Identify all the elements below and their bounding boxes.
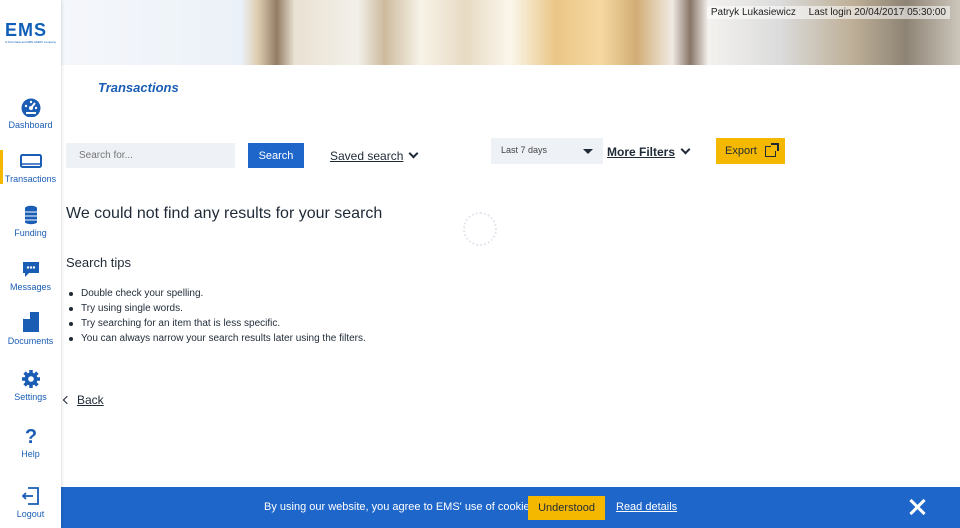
close-icon[interactable] <box>907 497 927 517</box>
logout-icon <box>21 487 39 505</box>
sidebar-item-label: Messages <box>9 282 52 292</box>
export-button[interactable]: Export <box>716 138 785 164</box>
dashboard-gauge-icon <box>21 98 40 117</box>
list-item: Try searching for an item that is less s… <box>66 316 366 331</box>
search-button[interactable]: Search <box>248 143 304 168</box>
saved-search-dropdown[interactable]: Saved search <box>330 148 419 163</box>
page-title: Transactions <box>98 80 179 95</box>
sidebar-item-help[interactable]: ? Help <box>0 426 61 459</box>
back-link[interactable]: Back <box>62 393 104 407</box>
sidebar-item-funding[interactable]: Funding <box>0 205 61 238</box>
user-name[interactable]: Patryk Lukasiewicz <box>711 7 796 18</box>
gear-icon <box>21 370 40 388</box>
sidebar-item-documents[interactable]: Documents <box>0 311 61 346</box>
sidebar-item-label: Documents <box>7 336 54 346</box>
list-item: Double check your spelling. <box>66 286 366 301</box>
cookie-message: By using our website, you agree to EMS' … <box>264 501 539 513</box>
list-item: You can always narrow your search result… <box>66 331 366 346</box>
chevron-down-icon <box>680 144 691 155</box>
loading-spinner-icon <box>463 212 497 246</box>
sidebar-item-label: Settings <box>14 392 47 402</box>
question-icon: ? <box>24 426 36 446</box>
chat-bubble-icon <box>22 262 39 277</box>
search-input[interactable] <box>66 143 235 168</box>
sidebar: EMS A First Data and ABN AMRO company Da… <box>0 0 61 528</box>
logo-text: EMS <box>5 20 48 40</box>
sidebar-item-label: Dashboard <box>8 120 53 130</box>
chevron-down-icon <box>408 148 419 159</box>
sidebar-item-label: Funding <box>14 228 47 238</box>
back-label: Back <box>77 393 104 407</box>
saved-search-label: Saved search <box>330 149 404 163</box>
caret-down-icon <box>583 149 593 154</box>
sidebar-item-label: Transactions <box>4 174 57 184</box>
list-item: Try using single words. <box>66 301 366 316</box>
card-icon <box>19 154 42 168</box>
export-label: Export <box>725 145 757 157</box>
chevron-left-icon <box>62 395 72 405</box>
sidebar-item-messages[interactable]: Messages <box>0 259 61 292</box>
header-banner: Patryk Lukasiewicz Last login 20/04/2017… <box>61 0 960 65</box>
understood-button[interactable]: Understood <box>528 496 605 520</box>
document-icon <box>22 312 39 332</box>
cookie-banner: By using our website, you agree to EMS' … <box>61 487 960 528</box>
ems-logo[interactable]: EMS A First Data and ABN AMRO company <box>5 20 57 50</box>
sidebar-item-label: Logout <box>16 509 45 519</box>
logo-subtitle: A First Data and ABN AMRO company <box>5 40 57 44</box>
no-results-heading: We could not find any results for your s… <box>66 205 383 222</box>
date-range-value: Last 7 days <box>501 145 548 155</box>
sidebar-item-dashboard[interactable]: Dashboard <box>0 97 61 130</box>
search-tips-heading: Search tips <box>66 255 132 270</box>
external-link-icon <box>765 143 779 157</box>
sidebar-item-label: Help <box>21 449 40 459</box>
date-range-select[interactable]: Last 7 days <box>491 138 603 164</box>
user-info: Patryk Lukasiewicz Last login 20/04/2017… <box>706 6 950 19</box>
read-details-link[interactable]: Read details <box>616 501 677 513</box>
last-login: Last login 20/04/2017 05:30:00 <box>808 7 946 18</box>
more-filters-dropdown[interactable]: More Filters <box>607 144 691 159</box>
sidebar-item-settings[interactable]: Settings <box>0 369 61 402</box>
search-tips-list: Double check your spelling. Try using si… <box>66 286 366 346</box>
sidebar-item-transactions[interactable]: Transactions <box>0 151 61 184</box>
sidebar-item-logout[interactable]: Logout <box>0 486 61 519</box>
coins-icon <box>24 205 37 225</box>
more-filters-label: More Filters <box>607 145 676 159</box>
svg-text:?: ? <box>24 426 36 446</box>
